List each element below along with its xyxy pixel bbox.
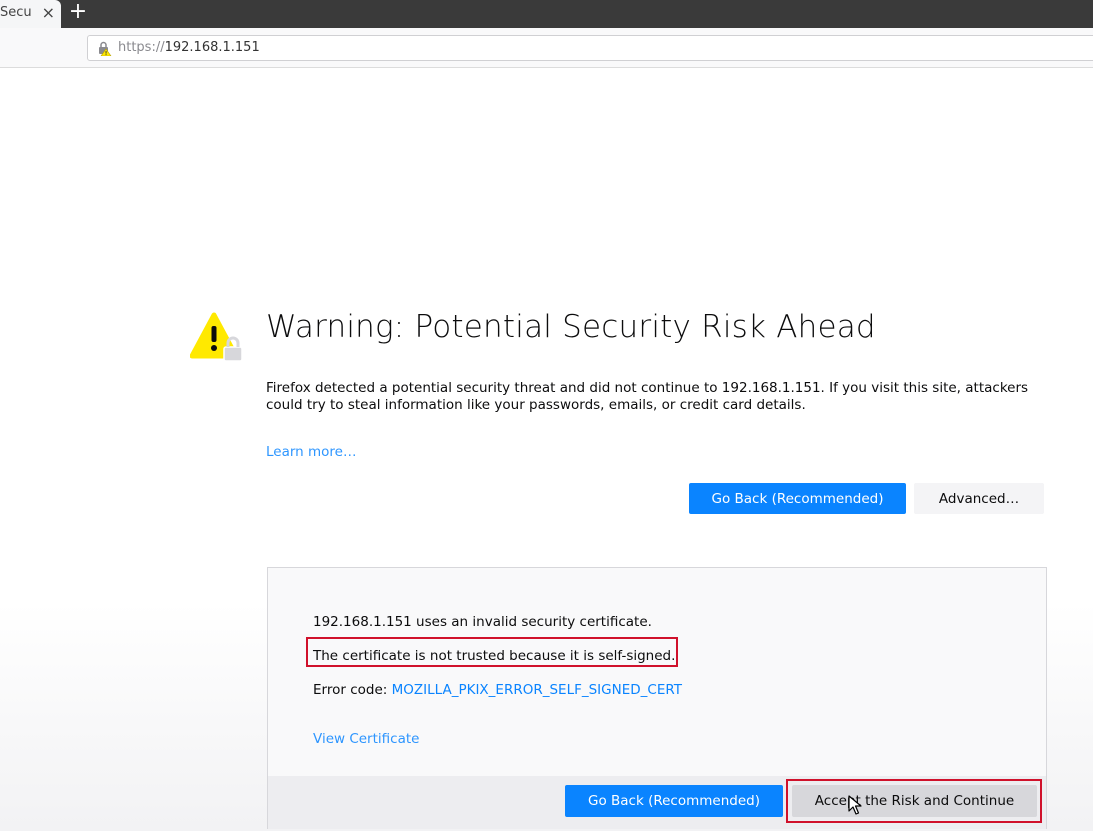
invalid-cert-text: 192.168.1.151 uses an invalid security c… — [313, 614, 652, 630]
url-bar[interactable]: https://192.168.1.151 — [87, 35, 1093, 61]
mouse-cursor-icon — [848, 795, 862, 815]
go-back-button[interactable]: Go Back (Recommended) — [689, 483, 906, 514]
url-scheme: https:// — [118, 40, 165, 55]
go-back-button-bottom[interactable]: Go Back (Recommended) — [565, 785, 783, 817]
tab-title: Secu — [0, 5, 32, 20]
error-code-label: Error code: — [313, 682, 392, 698]
learn-more-link[interactable]: Learn more… — [266, 444, 357, 460]
page-description: Firefox detected a potential security th… — [266, 380, 1029, 413]
url-host: 192.168.1.151 — [164, 40, 260, 55]
error-code-line: Error code: MOZILLA_PKIX_ERROR_SELF_SIGN… — [313, 682, 682, 698]
error-code-link[interactable]: MOZILLA_PKIX_ERROR_SELF_SIGNED_CERT — [392, 682, 682, 698]
view-certificate-link[interactable]: View Certificate — [313, 731, 419, 747]
advanced-button[interactable]: Advanced… — [914, 483, 1044, 514]
close-icon[interactable]: × — [42, 3, 55, 23]
annotation-highlight-box-accept — [786, 779, 1042, 823]
page-title: Warning: Potential Security Risk Ahead — [266, 309, 876, 345]
warning-icon — [190, 312, 243, 362]
url-text[interactable]: https://192.168.1.151 — [118, 40, 260, 55]
browser-tab[interactable]: Secu × — [0, 0, 61, 28]
navigation-bar: https://192.168.1.151 — [0, 28, 1093, 68]
tab-strip: Secu × + — [0, 0, 1093, 28]
lock-warning-icon[interactable] — [96, 40, 112, 56]
new-tab-button[interactable]: + — [66, 1, 90, 25]
self-signed-text: The certificate is not trusted because i… — [313, 648, 676, 664]
